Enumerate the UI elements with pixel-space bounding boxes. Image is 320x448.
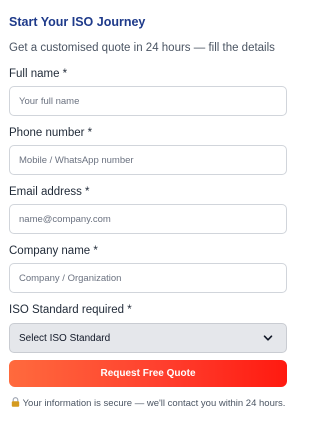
iso-standard-label: ISO Standard required *	[9, 304, 132, 316]
lock-icon	[11, 397, 19, 407]
form-title: Start Your ISO Journey	[9, 15, 146, 29]
iso-standard-selected-value: Select ISO Standard	[19, 332, 111, 344]
quote-form: Start Your ISO Journey Get a customised …	[0, 0, 287, 448]
email-label: Email address *	[9, 186, 90, 198]
company-label: Company name *	[9, 245, 98, 257]
phone-input[interactable]	[9, 145, 287, 175]
secure-note-text: Your information is secure — we'll conta…	[22, 398, 286, 409]
secure-note: Your information is secure — we'll conta…	[9, 397, 287, 410]
request-quote-button[interactable]: Request Free Quote	[9, 360, 287, 387]
email-input[interactable]	[9, 204, 287, 234]
full-name-input[interactable]	[9, 86, 287, 116]
full-name-label: Full name *	[9, 68, 68, 80]
iso-standard-select[interactable]: Select ISO Standard	[9, 323, 287, 353]
phone-label: Phone number *	[9, 127, 93, 139]
form-subtitle: Get a customised quote in 24 hours — fil…	[9, 42, 275, 54]
company-input[interactable]	[9, 263, 287, 293]
chevron-down-icon	[263, 335, 273, 341]
